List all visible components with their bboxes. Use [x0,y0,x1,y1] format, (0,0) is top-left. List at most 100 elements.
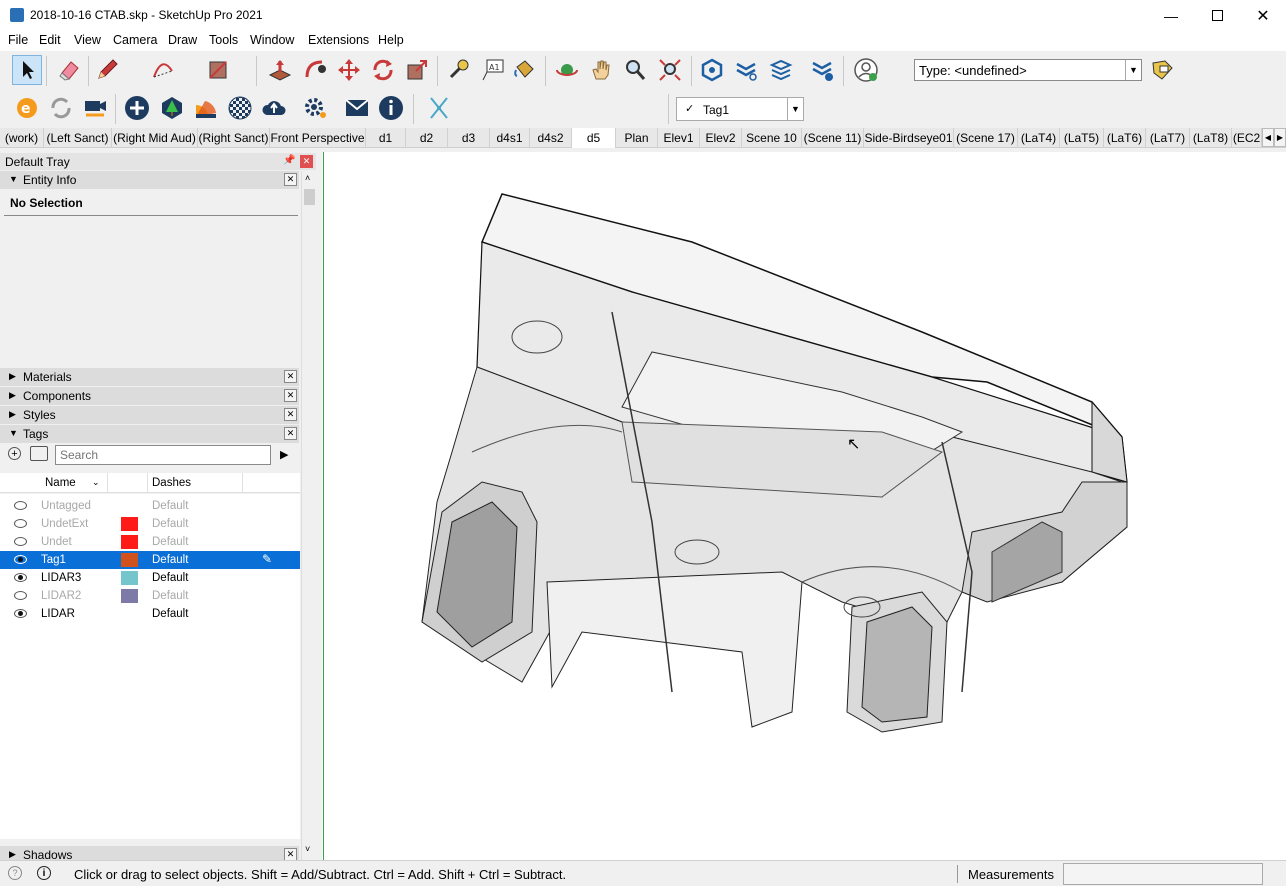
close-icon[interactable]: ✕ [284,173,297,186]
scene-tab[interactable]: d2 [406,128,448,148]
add-button[interactable] [122,93,152,123]
rotate-tool-button[interactable] [368,55,398,85]
push-pull-tool-button[interactable] [265,55,295,85]
scene-tab[interactable]: d4s1 [490,128,530,148]
scene-tab-active[interactable]: d5 [572,128,616,148]
refresh-button[interactable] [46,93,76,123]
info-button[interactable] [376,93,406,123]
follow-me-tool-button[interactable] [300,55,330,85]
column-dashes-header[interactable]: Dashes [152,477,191,489]
scene-tab[interactable]: (Scene 11) [802,128,864,148]
entity-info-header[interactable]: ▼ Entity Info ✕ [0,171,299,189]
tag-row[interactable]: Tag1 Default ✎ [0,551,300,569]
scene-tab[interactable]: (LaT6) [1104,128,1146,148]
components-header[interactable]: ▶ Components ✕ [0,387,299,405]
tray-close-button[interactable]: ✕ [300,155,313,168]
scrollbar-thumb[interactable] [304,189,315,205]
styles-header[interactable]: ▶ Styles ✕ [0,406,299,424]
maximize-button[interactable] [1194,0,1240,31]
instructor-info-icon[interactable]: i [37,866,51,880]
account-button[interactable] [851,55,881,85]
scene-tab[interactable]: Elev1 [658,128,700,148]
tag-dashes[interactable]: Default [152,500,188,512]
close-icon[interactable]: ✕ [284,408,297,421]
scene-tab[interactable]: (EC2 [1232,128,1262,148]
active-tag-select[interactable]: ✓ Tag1 ▼ [676,97,804,121]
tag-dashes[interactable]: Default [152,536,188,548]
tag-dashes[interactable]: Default [152,554,188,566]
minimize-button[interactable]: — [1148,0,1194,31]
scene-tab[interactable]: Scene 10 [742,128,802,148]
scene-tab[interactable]: d3 [448,128,490,148]
measurements-input[interactable] [1063,863,1263,885]
menu-help[interactable]: Help [378,33,404,47]
camera-sync-button[interactable] [80,93,110,123]
material-button[interactable] [191,93,221,123]
scene-tab[interactable]: Front Perspective [270,128,366,148]
arc-tool-button[interactable] [148,55,178,85]
tag-row[interactable]: LIDAR2 Default [0,587,300,605]
scene-tab[interactable]: (Right Sanct) [198,128,270,148]
chevron-down-icon[interactable]: ▼ [1125,60,1141,80]
visibility-eye-icon[interactable] [14,501,27,510]
close-icon[interactable]: ✕ [284,389,297,402]
tag-search-input[interactable] [55,445,271,465]
move-tool-button[interactable] [334,55,364,85]
tray-scrollbar[interactable]: ˄ ˅ [301,171,316,861]
details-arrow-icon[interactable]: ▶ [280,448,288,461]
pin-icon[interactable]: 📌 [283,155,295,166]
classification-type-select[interactable]: Type: <undefined> ▼ [914,59,1142,81]
scroll-down-icon[interactable]: ˅ [305,844,310,854]
scene-tab[interactable]: Elev2 [700,128,742,148]
rectangle-tool-button[interactable] [203,55,233,85]
settings-button[interactable] [300,93,330,123]
menu-file[interactable]: File [8,33,28,47]
add-tag-button[interactable]: + [8,447,21,460]
visibility-eye-icon[interactable] [14,555,27,564]
close-button[interactable]: ✕ [1240,0,1286,31]
pan-tool-button[interactable] [586,55,616,85]
scene-tab[interactable]: (LaT7) [1146,128,1190,148]
tag-color-swatch[interactable] [121,589,138,603]
scene-tab[interactable]: (Left Sanct) [44,128,112,148]
menu-draw[interactable]: Draw [168,33,197,47]
tree-button[interactable] [157,93,187,123]
scene-tab[interactable]: Plan [616,128,658,148]
tag-dashes[interactable]: Default [152,518,188,530]
visibility-eye-icon[interactable] [14,591,27,600]
visibility-eye-icon[interactable] [14,519,27,528]
text-tool-button[interactable]: A1 [478,55,508,85]
classifier-button[interactable] [1148,55,1178,85]
scene-tab[interactable]: Side-Birdseye01 [864,128,954,148]
texture-button[interactable] [225,93,255,123]
scene-tab[interactable]: (work) [0,128,44,148]
visibility-eye-icon[interactable] [14,609,27,618]
tag-dashes[interactable]: Default [152,608,188,620]
active-tag-pencil-icon[interactable]: ✎ [262,552,272,566]
extension-e-button[interactable]: e [12,93,42,123]
menu-window[interactable]: Window [250,33,294,47]
cloud-upload-button[interactable] [259,93,289,123]
tag-color-swatch[interactable] [121,571,138,585]
model-viewport[interactable]: ↖ [322,152,1286,860]
menu-tools[interactable]: Tools [209,33,238,47]
eraser-tool-button[interactable] [54,55,84,85]
add-tag-folder-button[interactable] [30,446,48,461]
scene-tab[interactable]: (Right Mid Aud) [112,128,198,148]
scene-tab[interactable]: (LaT5) [1060,128,1104,148]
close-icon[interactable]: ✕ [284,427,297,440]
chevron-down-icon[interactable]: ▼ [787,98,803,120]
tag-row[interactable]: LIDAR3 Default [0,569,300,587]
visibility-eye-icon[interactable] [14,537,27,546]
tag-row[interactable]: Undet Default [0,533,300,551]
scene-scroll-right-button[interactable]: ▶ [1274,128,1286,147]
menu-edit[interactable]: Edit [39,33,61,47]
scene-tab[interactable]: d1 [366,128,406,148]
scene-tab[interactable]: d4s2 [530,128,572,148]
tape-measure-tool-button[interactable] [443,55,473,85]
extension-warehouse-button[interactable] [731,55,761,85]
tag-color-swatch[interactable] [121,517,138,531]
tags-header[interactable]: ▼ Tags ✕ [0,425,299,443]
tag-dashes[interactable]: Default [152,572,188,584]
scale-tool-button[interactable] [402,55,432,85]
